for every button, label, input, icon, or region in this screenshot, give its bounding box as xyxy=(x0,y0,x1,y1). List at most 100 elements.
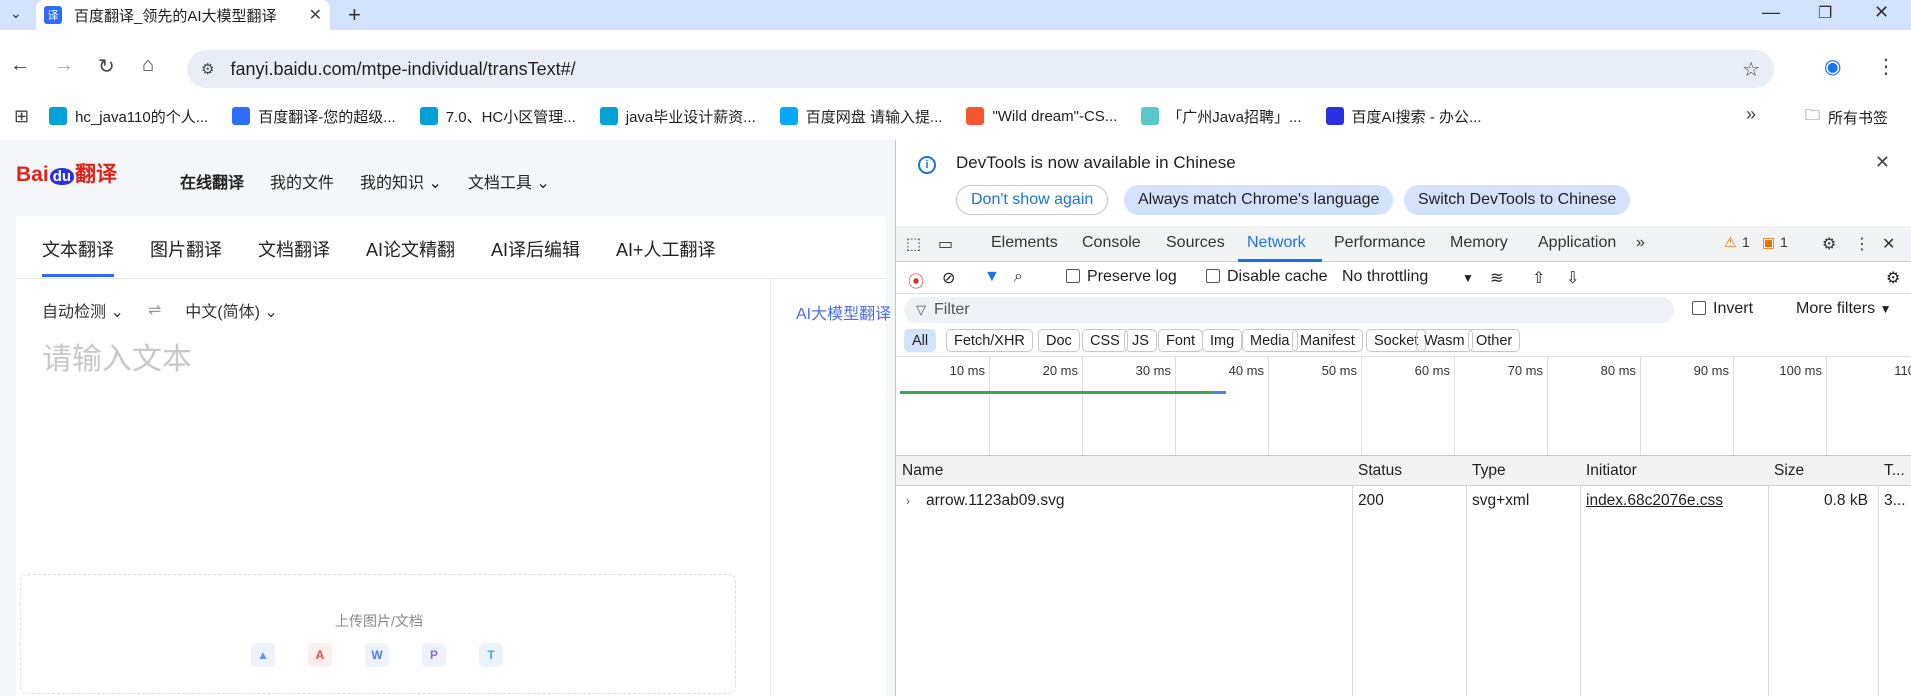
table-row[interactable]: › arrow.1123ab09.svg 200 svg+xml index.6… xyxy=(896,486,1911,512)
source-text-input[interactable]: 请输入文本 xyxy=(42,334,192,378)
type-filter-css[interactable]: CSS xyxy=(1082,329,1128,352)
warning-count[interactable]: 1 xyxy=(1742,234,1750,250)
tab-network[interactable]: Network xyxy=(1247,234,1306,252)
type-filter-media[interactable]: Media xyxy=(1242,329,1298,352)
menu-icon[interactable]: ⋮ xyxy=(1876,54,1896,79)
more-tabs-icon[interactable]: » xyxy=(1636,234,1645,252)
new-tab-icon[interactable]: + xyxy=(348,2,361,28)
issues-icon[interactable]: ▣ xyxy=(1762,234,1775,251)
site-info-icon[interactable]: ⚙ xyxy=(201,60,214,78)
col-name[interactable]: Name xyxy=(902,462,943,480)
tab-image-translate[interactable]: 图片翻译 xyxy=(150,236,222,277)
tab-doc-translate[interactable]: 文档翻译 xyxy=(258,236,330,277)
tab-sources[interactable]: Sources xyxy=(1166,234,1225,252)
always-match-language-button[interactable]: Always match Chrome's language xyxy=(1124,185,1394,215)
tab-ai-human[interactable]: AI+人工翻译 xyxy=(616,236,716,277)
bookmark-item[interactable]: 7.0、HC小区管理... xyxy=(419,106,576,127)
inspect-element-icon[interactable]: ⬚ xyxy=(906,234,921,254)
baidu-fanyi-logo[interactable]: Bai du 翻译 xyxy=(16,158,117,188)
devtools-menu-icon[interactable]: ⋮ xyxy=(1854,234,1870,254)
expand-chevron-icon[interactable]: › xyxy=(906,494,910,508)
network-conditions-icon[interactable]: ≋ xyxy=(1490,268,1503,288)
disable-cache-checkbox[interactable]: Disable cache xyxy=(1206,268,1328,286)
issues-count[interactable]: 1 xyxy=(1780,234,1788,250)
tab-search-chevron-icon[interactable]: ⌄ xyxy=(10,5,22,22)
swap-languages-icon[interactable]: ⇌ xyxy=(148,300,161,320)
forward-icon[interactable]: → xyxy=(54,54,74,77)
source-language-select[interactable]: 自动检测 ⌄ xyxy=(42,298,124,322)
type-filter-all[interactable]: All xyxy=(904,329,937,352)
upload-dropzone[interactable]: 上传图片/文档 ▲ A W P T xyxy=(20,574,736,694)
network-settings-icon[interactable]: ⚙ xyxy=(1886,268,1900,288)
type-filter-other[interactable]: Other xyxy=(1468,329,1521,352)
devtools-settings-icon[interactable]: ⚙ xyxy=(1822,234,1836,254)
bookmark-item[interactable]: 百度网盘 请输入提... xyxy=(779,106,942,127)
tab-application[interactable]: Application xyxy=(1538,234,1616,252)
more-filters-dropdown[interactable]: More filters ▼ xyxy=(1796,300,1891,318)
nav-my-knowledge[interactable]: 我的知识 ⌄ xyxy=(360,169,442,193)
type-filter-manifest[interactable]: Manifest xyxy=(1292,329,1363,352)
tab-elements[interactable]: Elements xyxy=(991,234,1058,252)
apps-grid-icon[interactable]: ⊞ xyxy=(14,106,29,127)
switch-to-chinese-button[interactable]: Switch DevTools to Chinese xyxy=(1404,185,1631,215)
tab-text-translate[interactable]: 文本翻译 xyxy=(42,236,114,277)
type-filter-fetchxhr[interactable]: Fetch/XHR xyxy=(946,329,1033,352)
nav-online-translate[interactable]: 在线翻译 xyxy=(180,169,244,193)
bookmark-item[interactable]: 「广州Java招聘」... xyxy=(1141,106,1302,127)
bookmark-item[interactable]: "Wild dream"-CS... xyxy=(966,107,1117,125)
bookmark-item[interactable]: hc_java110的个人... xyxy=(49,106,208,127)
target-language-select[interactable]: 中文(简体) ⌄ xyxy=(185,298,278,322)
type-filter-doc[interactable]: Doc xyxy=(1038,329,1080,352)
restore-icon[interactable]: ❐ xyxy=(1818,3,1832,23)
more-bookmarks-icon[interactable]: » xyxy=(1746,104,1756,125)
invert-checkbox[interactable]: Invert xyxy=(1692,300,1753,318)
warning-icon[interactable]: ⚠ xyxy=(1724,234,1737,251)
address-bar[interactable]: ⚙ fanyi.baidu.com/mtpe-individual/transT… xyxy=(187,50,1774,88)
preserve-log-checkbox[interactable]: Preserve log xyxy=(1066,268,1177,286)
col-initiator[interactable]: Initiator xyxy=(1586,462,1637,480)
tab-ai-paper[interactable]: AI论文精翻 xyxy=(366,236,455,277)
back-icon[interactable]: ← xyxy=(10,54,30,77)
type-filter-wasm[interactable]: Wasm xyxy=(1416,329,1473,352)
minimize-icon[interactable]: — xyxy=(1762,2,1780,23)
type-filter-font[interactable]: Font xyxy=(1158,329,1204,352)
network-overview-timeline[interactable]: 10 ms 20 ms 30 ms 40 ms 50 ms 60 ms 70 ms 80 ms… xyxy=(896,356,1911,456)
bookmark-item[interactable]: java毕业设计薪资... xyxy=(599,106,756,127)
throttling-chevron-icon[interactable]: ▼ xyxy=(1462,271,1474,285)
reload-icon[interactable]: ↻ xyxy=(98,54,115,79)
browser-tab[interactable]: 译 百度翻译_领先的AI大模型翻译 ✕ xyxy=(36,0,330,30)
bookmark-item[interactable]: 百度AI搜索 - 办公... xyxy=(1325,106,1482,127)
tab-console[interactable]: Console xyxy=(1082,234,1141,252)
all-bookmarks-folder[interactable]: 🗀 所有书签 xyxy=(1805,105,1888,130)
col-type[interactable]: Type xyxy=(1472,462,1506,480)
record-stop-icon[interactable]: ⦿ xyxy=(908,268,924,292)
type-filter-js[interactable]: JS xyxy=(1124,329,1157,352)
import-har-icon[interactable]: ⇧ xyxy=(1532,268,1545,288)
close-devtools-icon[interactable]: ✕ xyxy=(1882,234,1895,254)
home-icon[interactable]: ⌂ xyxy=(142,54,154,77)
filter-icon[interactable]: ▼ xyxy=(984,268,1000,286)
device-toolbar-icon[interactable]: ▭ xyxy=(938,234,953,254)
url-text[interactable]: fanyi.baidu.com/mtpe-individual/transTex… xyxy=(230,59,575,80)
nav-my-files[interactable]: 我的文件 xyxy=(270,169,334,193)
tab-performance[interactable]: Performance xyxy=(1334,234,1426,252)
throttling-select[interactable]: No throttling xyxy=(1342,268,1428,286)
dont-show-again-button[interactable]: Don't show again xyxy=(956,185,1109,215)
col-status[interactable]: Status xyxy=(1358,462,1402,480)
profile-icon[interactable]: ◉ xyxy=(1824,54,1841,79)
clear-icon[interactable]: ⊘ xyxy=(942,268,955,288)
close-tab-icon[interactable]: ✕ xyxy=(309,5,322,25)
bookmark-star-icon[interactable]: ☆ xyxy=(1742,57,1760,82)
tab-ai-postedit[interactable]: AI译后编辑 xyxy=(491,236,580,277)
col-time[interactable]: T... xyxy=(1884,462,1905,480)
bookmark-item[interactable]: 百度翻译-您的超级... xyxy=(232,106,396,127)
request-name[interactable]: arrow.1123ab09.svg xyxy=(926,492,1064,510)
type-filter-img[interactable]: Img xyxy=(1202,329,1243,352)
export-har-icon[interactable]: ⇩ xyxy=(1566,268,1579,288)
window-close-icon[interactable]: ✕ xyxy=(1874,2,1889,23)
request-initiator-link[interactable]: index.68c2076e.css xyxy=(1586,492,1723,510)
col-size[interactable]: Size xyxy=(1774,462,1804,480)
nav-doc-tools[interactable]: 文档工具 ⌄ xyxy=(468,169,550,193)
close-infobar-icon[interactable]: ✕ xyxy=(1875,152,1890,173)
filter-input[interactable]: ▽ Filter xyxy=(904,297,1674,323)
